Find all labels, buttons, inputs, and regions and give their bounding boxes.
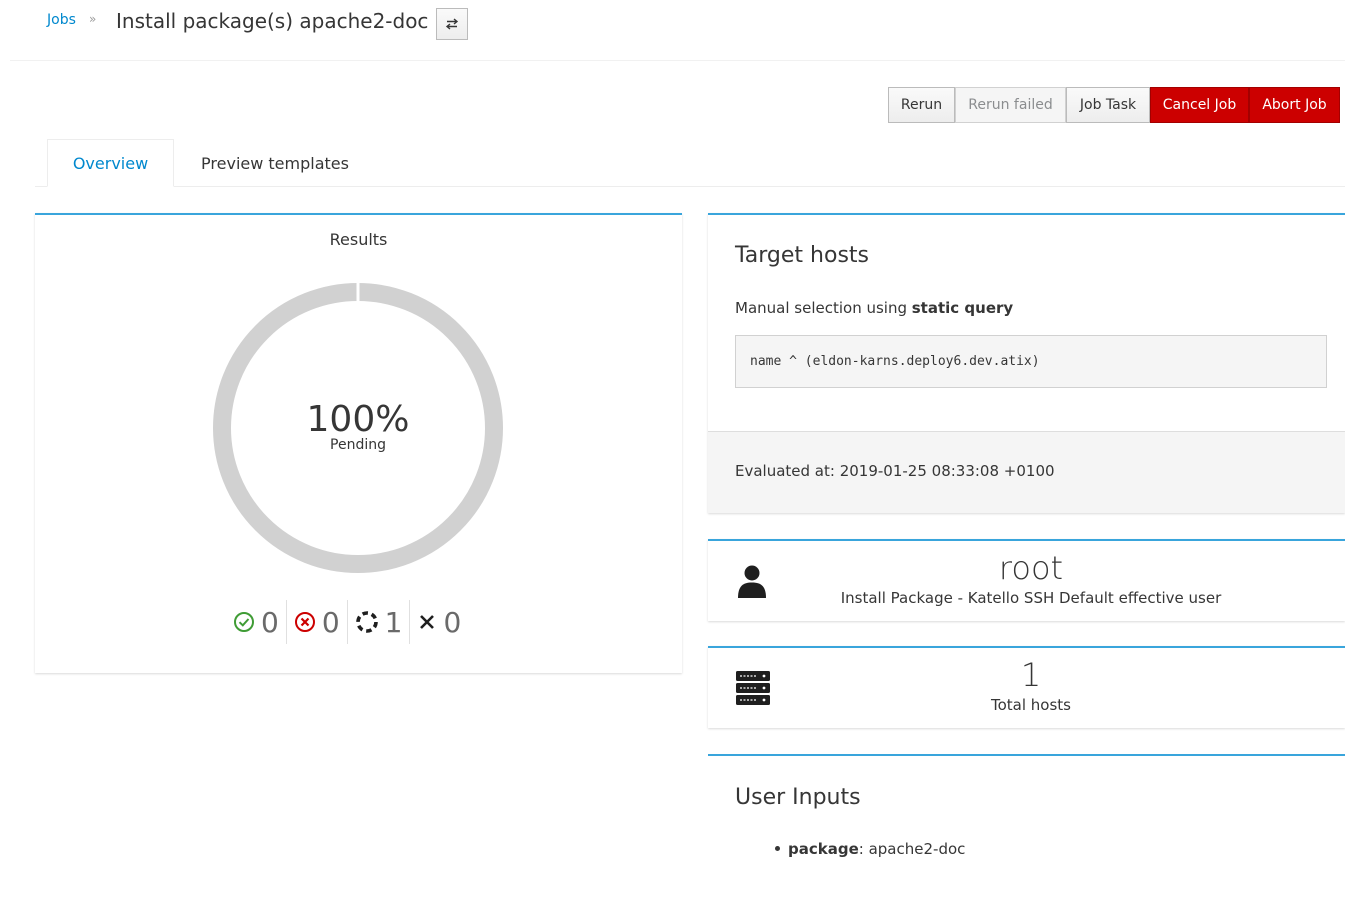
header-divider [10, 60, 1345, 61]
rerun-failed-button[interactable]: Rerun failed [955, 87, 1066, 123]
breadcrumb-separator: » [89, 12, 97, 26]
user-inputs-title: User Inputs [735, 785, 861, 810]
abort-job-button[interactable]: Abort Job [1249, 87, 1340, 123]
breadcrumb-switcher-button[interactable] [436, 8, 468, 40]
target-hosts-description-prefix: Manual selection using [735, 299, 912, 317]
error-icon [294, 612, 315, 632]
stat-success-value: 0 [261, 605, 279, 639]
job-task-button[interactable]: Job Task [1066, 87, 1150, 123]
results-status-label: Pending [330, 437, 386, 453]
switch-icon [445, 18, 459, 30]
search-query-box: name ^ (eldon-karns.deploy6.dev.atix) [735, 335, 1327, 388]
page-title: Install package(s) apache2-doc [116, 9, 429, 33]
evaluated-at: Evaluated at: 2019-01-25 08:33:08 +0100 [735, 462, 1055, 480]
effective-user-name: root [998, 549, 1064, 587]
stat-pending-value: 1 [384, 605, 403, 639]
cancel-job-button[interactable]: Cancel Job [1150, 87, 1249, 123]
target-hosts-description: Manual selection using static query [735, 299, 1013, 317]
user-input-value: apache2-doc [868, 840, 966, 858]
results-title: Results [329, 230, 388, 249]
stat-cancelled-value: 0 [443, 605, 462, 639]
results-stats: 0 0 1 0 [226, 600, 468, 644]
target-hosts-query-type: static query [911, 299, 1014, 317]
total-hosts-label: Total hosts [991, 696, 1071, 714]
stat-failed: 0 [285, 600, 347, 644]
target-hosts-title: Target hosts [735, 243, 870, 268]
user-input-separator: : [858, 840, 869, 858]
rerun-button[interactable]: Rerun [888, 87, 955, 123]
effective-user-description: Install Package - Katello SSH Default ef… [840, 589, 1222, 607]
tab-overview[interactable]: Overview [47, 139, 174, 187]
user-inputs-card [708, 754, 1345, 899]
total-hosts-count: 1 [1020, 656, 1042, 694]
cancelled-icon [420, 615, 435, 629]
results-percentage: 100% [306, 399, 410, 440]
stat-pending: 1 [346, 600, 410, 644]
tab-preview-templates[interactable]: Preview templates [175, 139, 375, 187]
success-icon [234, 612, 254, 632]
list-bullet [775, 846, 780, 851]
stat-cancelled: 0 [409, 600, 468, 644]
job-actions: Rerun Rerun failed Job Task Cancel Job A… [888, 87, 1340, 123]
stat-success: 0 [226, 600, 286, 644]
user-input-item: package: apache2-doc [775, 840, 965, 858]
breadcrumb-jobs-link[interactable]: Jobs [47, 12, 76, 28]
user-input-key: package [788, 840, 859, 858]
pending-icon [355, 611, 378, 633]
stat-failed-value: 0 [321, 605, 340, 639]
